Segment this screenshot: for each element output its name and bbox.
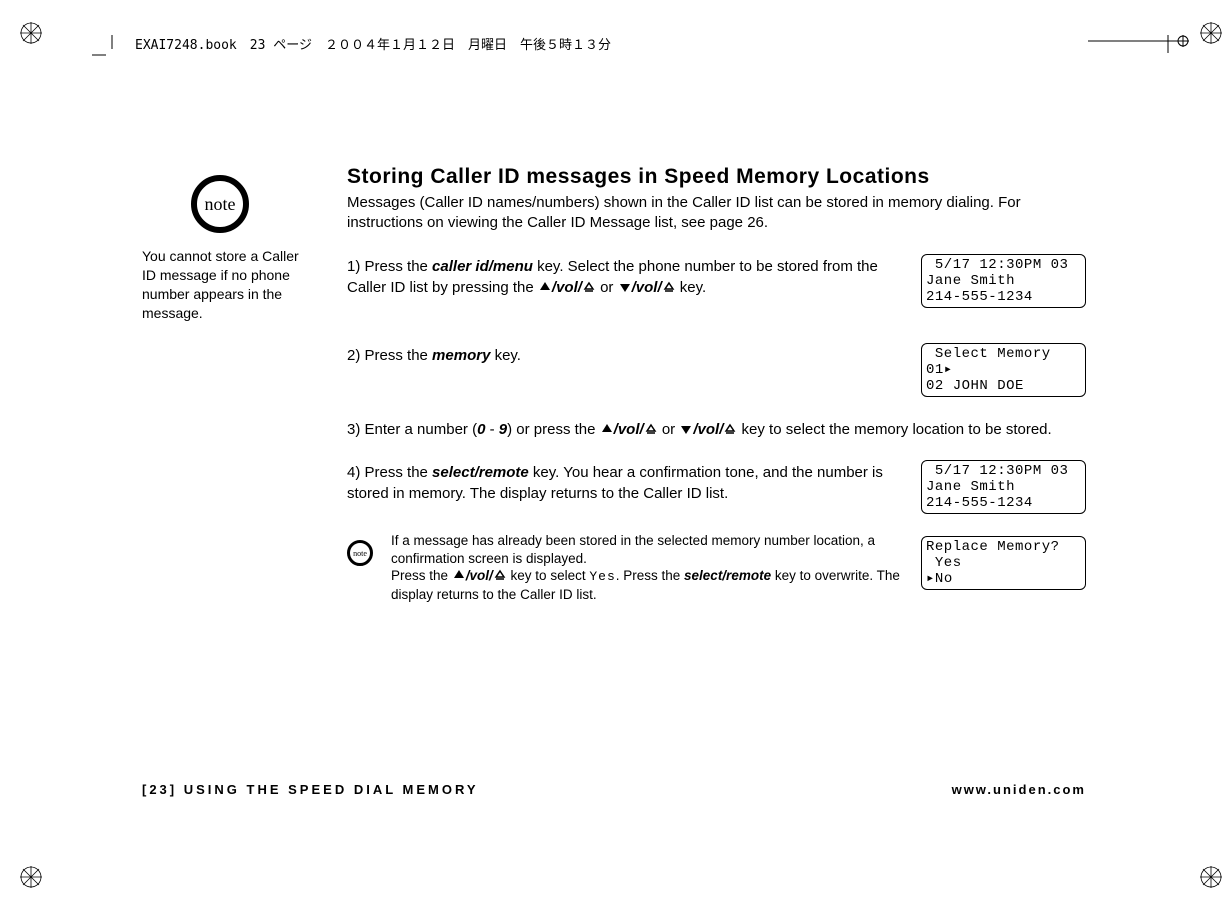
arrow-down-icon bbox=[679, 422, 693, 436]
note-icon: note bbox=[191, 175, 253, 237]
side-note-text: You cannot store a Caller ID message if … bbox=[142, 247, 302, 323]
crop-mark-icon bbox=[92, 35, 132, 75]
lcd-display-1: 5/17 12:30PM 03 Jane Smith 214-555-1234 bbox=[921, 254, 1086, 308]
registration-mark-icon bbox=[20, 22, 42, 44]
crop-mark-icon bbox=[1088, 35, 1208, 75]
arrow-up-icon bbox=[452, 568, 466, 582]
step-4: 5/17 12:30PM 03 Jane Smith 214-555-1234 … bbox=[347, 462, 1086, 514]
registration-mark-icon bbox=[20, 866, 42, 888]
intro-text: Messages (Caller ID names/numbers) shown… bbox=[347, 193, 1086, 234]
framemaker-header: EXAI7248.book 23 ページ ２００４年１月１２日 月曜日 午後５時… bbox=[135, 34, 611, 53]
lcd-display-2: Select Memory 01▸ 02 JOHN DOE bbox=[921, 343, 1086, 397]
arrow-up-icon bbox=[600, 422, 614, 436]
step-1: 5/17 12:30PM 03 Jane Smith 214-555-1234 … bbox=[347, 256, 1086, 323]
registration-mark-icon bbox=[1200, 866, 1222, 888]
sub-note: Replace Memory? Yes ▸No note If a messag… bbox=[347, 532, 1086, 604]
ring-down-icon bbox=[662, 280, 676, 294]
note-icon: note bbox=[347, 540, 375, 568]
lcd-display-3: 5/17 12:30PM 03 Jane Smith 214-555-1234 bbox=[921, 460, 1086, 514]
step-3: 3) Enter a number (0 - 9) or press the /… bbox=[347, 419, 1086, 440]
lcd-display-4: Replace Memory? Yes ▸No bbox=[921, 536, 1086, 590]
arrow-down-icon bbox=[618, 280, 632, 294]
ring-down-icon bbox=[723, 422, 737, 436]
arrow-up-icon bbox=[538, 280, 552, 294]
step-2: Select Memory 01▸ 02 JOHN DOE 2) Press t… bbox=[347, 345, 1086, 397]
ring-up-icon bbox=[493, 568, 507, 582]
footer-left: [23] USING THE SPEED DIAL MEMORY bbox=[142, 782, 479, 797]
ring-up-icon bbox=[582, 280, 596, 294]
ring-up-icon bbox=[644, 422, 658, 436]
footer-url: www.uniden.com bbox=[952, 782, 1086, 797]
section-title: Storing Caller ID messages in Speed Memo… bbox=[347, 165, 1086, 189]
